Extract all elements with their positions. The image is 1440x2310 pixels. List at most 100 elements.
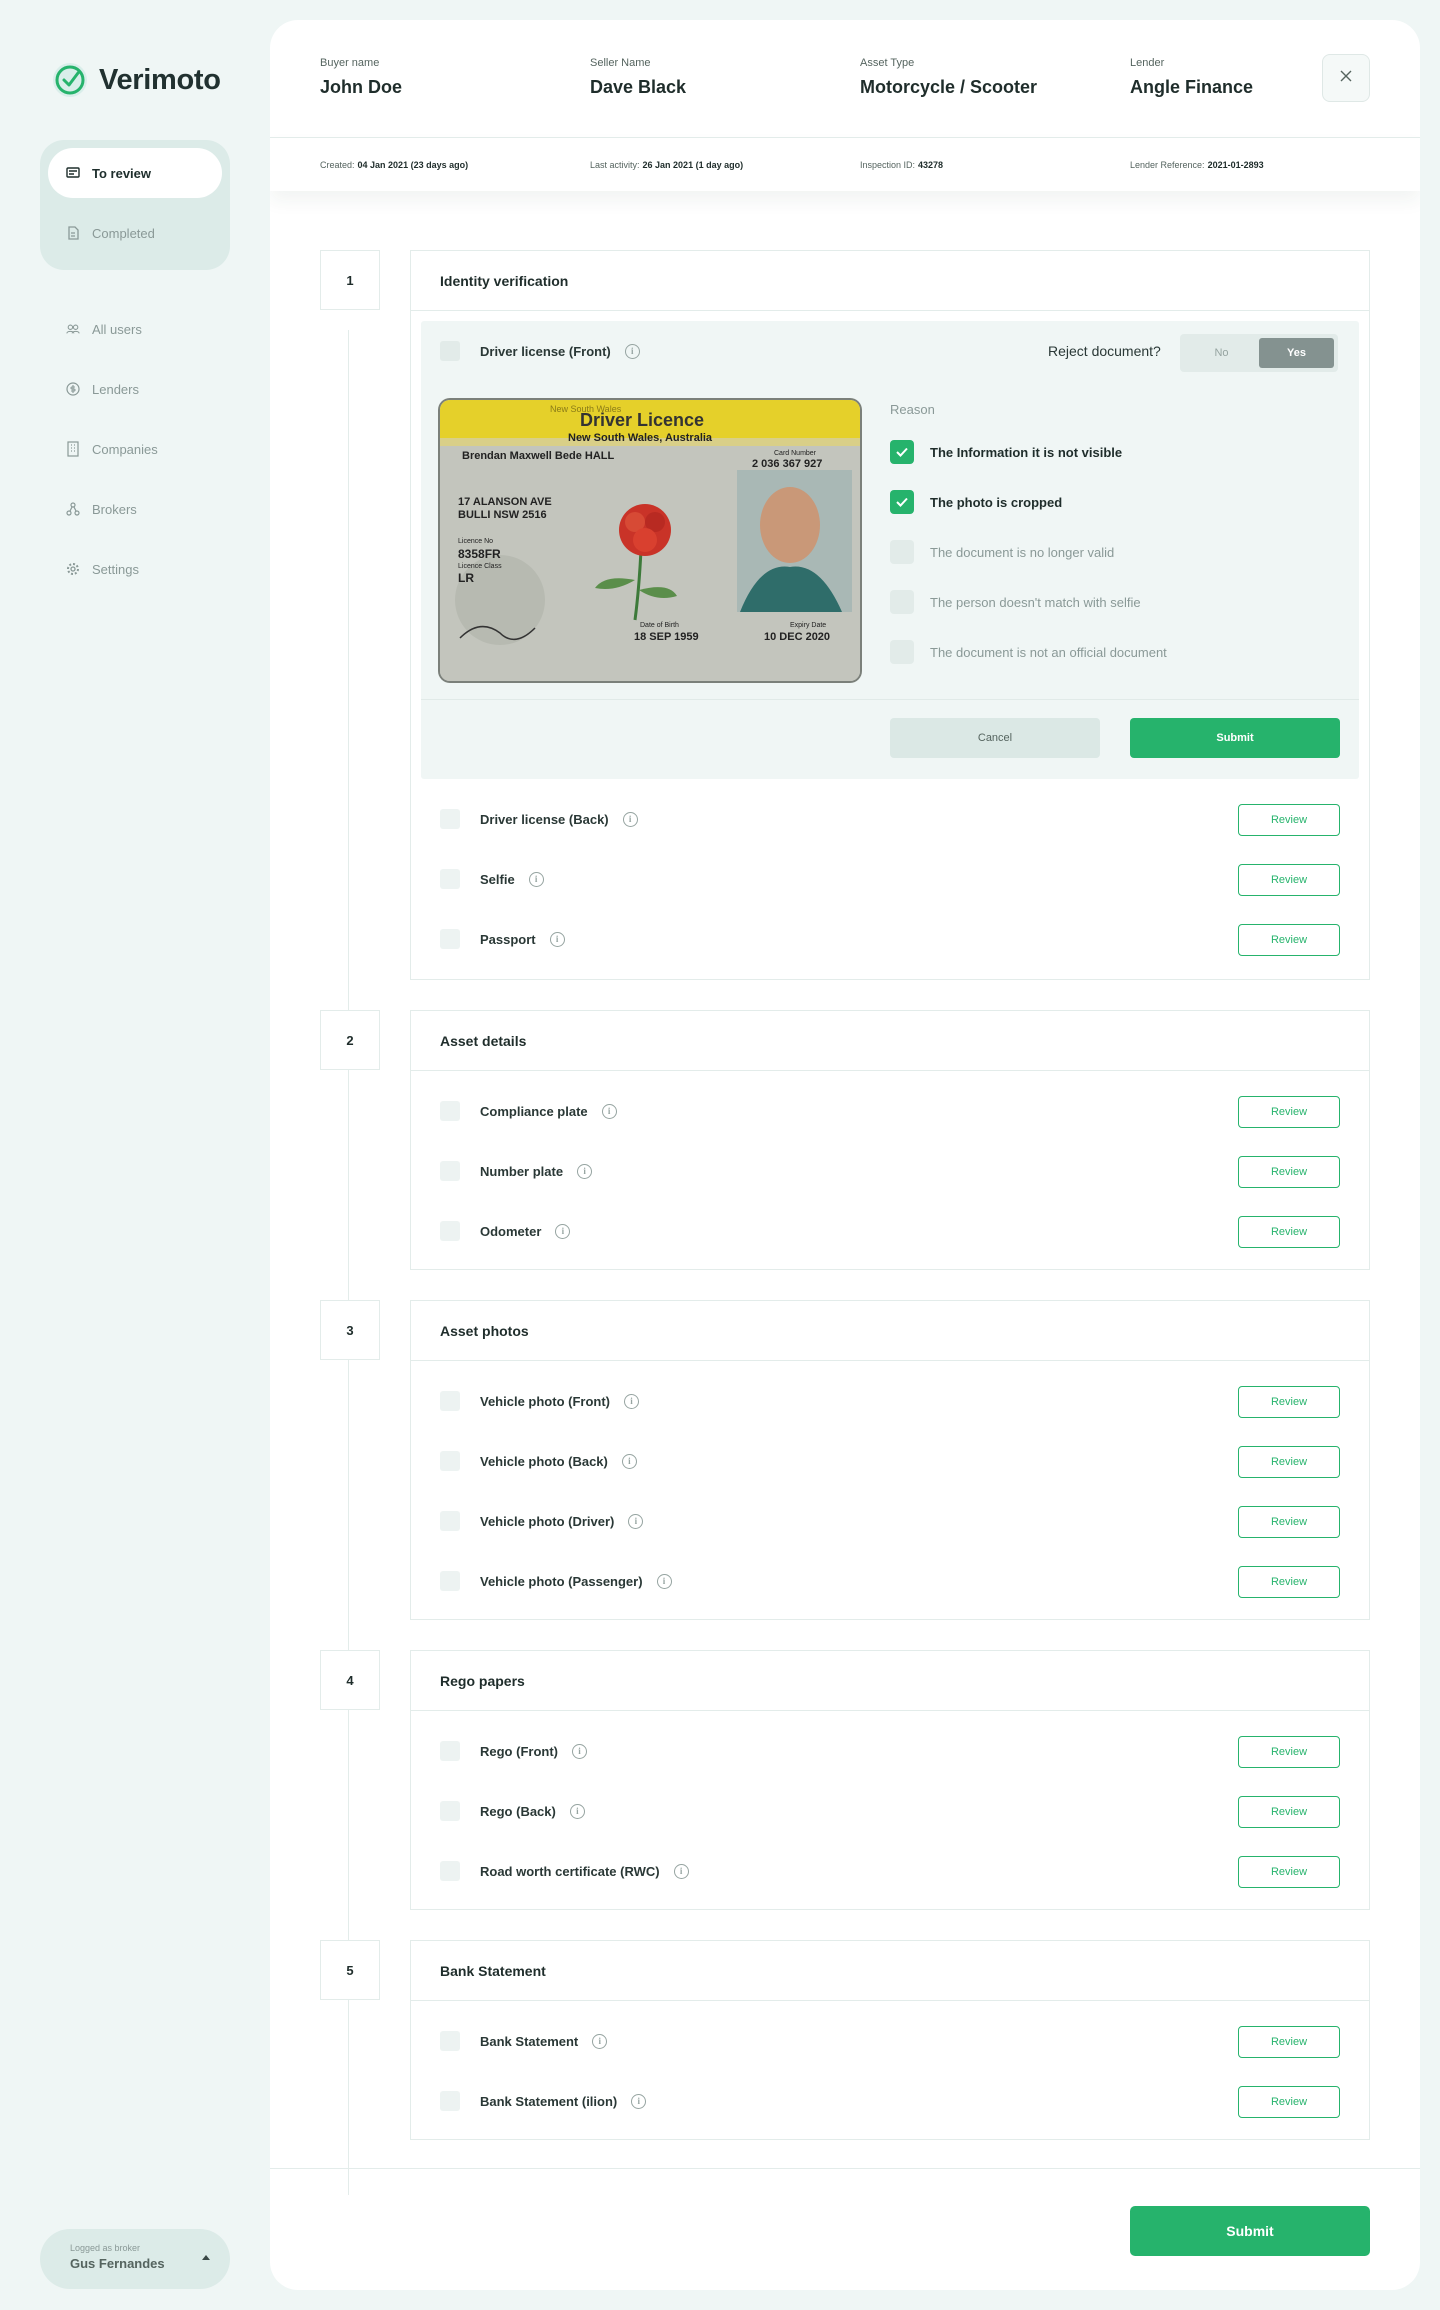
nav-item-brokers[interactable]: Brokers: [66, 499, 137, 519]
nav-item-to-review[interactable]: To review: [48, 148, 222, 198]
review-button[interactable]: Review: [1238, 2086, 1340, 2118]
checkbox-unchecked[interactable]: [890, 640, 914, 664]
document-row[interactable]: Bank Statement (ilion) i Review: [411, 2071, 1369, 2131]
review-button[interactable]: Review: [1238, 1446, 1340, 1478]
document-row[interactable]: Bank Statement i Review: [411, 2011, 1369, 2071]
document-row[interactable]: Driver license (Back) i Review: [411, 789, 1369, 849]
review-button[interactable]: Review: [1238, 1156, 1340, 1188]
document-checkbox[interactable]: [440, 1451, 460, 1471]
document-checkbox[interactable]: [440, 2031, 460, 2051]
info-icon[interactable]: i: [577, 1163, 593, 1179]
document-checkbox[interactable]: [440, 1101, 460, 1121]
meta-value: 43278: [918, 160, 944, 170]
info-icon[interactable]: i: [624, 343, 640, 359]
info-icon[interactable]: i: [528, 871, 544, 887]
license-no: 8358FR: [458, 547, 501, 561]
checkbox-checked[interactable]: [890, 440, 914, 464]
document-checkbox[interactable]: [440, 1511, 460, 1531]
info-icon[interactable]: i: [592, 2033, 608, 2049]
review-button[interactable]: Review: [1238, 1566, 1340, 1598]
document-checkbox[interactable]: [440, 929, 460, 949]
review-button[interactable]: Review: [1238, 864, 1340, 896]
reject-yes-option[interactable]: Yes: [1259, 338, 1334, 368]
section-rego-papers: Rego papers Rego (Front) i Review Rego (…: [410, 1650, 1370, 1910]
info-icon[interactable]: i: [628, 1513, 644, 1529]
submit-rejection-button[interactable]: Submit: [1130, 718, 1340, 758]
document-checkbox[interactable]: [440, 869, 460, 889]
logo[interactable]: Verimoto: [53, 62, 221, 98]
document-row[interactable]: Odometer i Review: [411, 1201, 1369, 1261]
document-row[interactable]: Rego (Back) i Review: [411, 1781, 1369, 1841]
nav-item-lenders[interactable]: Lenders: [66, 379, 139, 399]
document-checkbox[interactable]: [440, 1221, 460, 1241]
info-icon[interactable]: i: [571, 1743, 587, 1759]
review-button[interactable]: Review: [1238, 804, 1340, 836]
checkbox-checked[interactable]: [890, 490, 914, 514]
document-row[interactable]: Compliance plate i Review: [411, 1081, 1369, 1141]
check-icon: [896, 447, 908, 457]
review-button[interactable]: Review: [1238, 1386, 1340, 1418]
nav-item-all-users[interactable]: All users: [66, 319, 142, 339]
document-label: Number plate: [480, 1163, 564, 1179]
info-icon[interactable]: i: [631, 2093, 647, 2109]
document-row[interactable]: Selfie i Review: [411, 849, 1369, 909]
review-button[interactable]: Review: [1238, 924, 1340, 956]
submit-inspection-button[interactable]: Submit: [1130, 2206, 1370, 2256]
document-row[interactable]: Vehicle photo (Passenger) i Review: [411, 1551, 1369, 1611]
nav-item-settings[interactable]: Settings: [66, 559, 139, 579]
info-icon[interactable]: i: [569, 1803, 585, 1819]
checkbox-unchecked[interactable]: [890, 540, 914, 564]
document-checkbox[interactable]: [440, 1571, 460, 1591]
nav-item-companies[interactable]: Companies: [66, 439, 158, 459]
review-button[interactable]: Review: [1238, 2026, 1340, 2058]
document-checkbox[interactable]: [440, 2091, 460, 2111]
cancel-button[interactable]: Cancel: [890, 718, 1100, 758]
document-checkbox[interactable]: [440, 1801, 460, 1821]
document-row[interactable]: Vehicle photo (Driver) i Review: [411, 1491, 1369, 1551]
document-checkbox[interactable]: [440, 1741, 460, 1761]
document-checkbox[interactable]: [440, 341, 460, 361]
info-icon[interactable]: i: [621, 1453, 637, 1469]
document-row[interactable]: Rego (Front) i Review: [411, 1721, 1369, 1781]
document-row[interactable]: Road worth certificate (RWC) i Review: [411, 1841, 1369, 1901]
meta-value: 26 Jan 2021 (1 day ago): [642, 160, 744, 170]
review-button[interactable]: Review: [1238, 1506, 1340, 1538]
document-row[interactable]: Passport i Review: [411, 909, 1369, 969]
document-checkbox[interactable]: [440, 1161, 460, 1181]
meta-label: Created:: [320, 160, 355, 170]
license-dob-label: Date of Birth: [640, 622, 679, 629]
dollar-icon: [66, 382, 80, 396]
document-row[interactable]: Number plate i Review: [411, 1141, 1369, 1201]
reason-option[interactable]: The document is not an official document: [890, 640, 1167, 664]
document-checkbox[interactable]: [440, 1861, 460, 1881]
document-row-expanded[interactable]: Driver license (Front) i Reject document…: [421, 321, 1359, 381]
info-icon[interactable]: i: [624, 1393, 639, 1409]
review-button[interactable]: Review: [1238, 1096, 1340, 1128]
nav-label: All users: [92, 321, 142, 337]
document-checkbox[interactable]: [440, 1391, 460, 1411]
review-button[interactable]: Review: [1238, 1736, 1340, 1768]
reason-option[interactable]: The Information it is not visible: [890, 440, 1122, 464]
document-checkbox[interactable]: [440, 809, 460, 829]
reason-option[interactable]: The photo is cropped: [890, 490, 1062, 514]
review-button[interactable]: Review: [1238, 1216, 1340, 1248]
reject-no-option[interactable]: No: [1184, 338, 1259, 368]
close-button[interactable]: [1322, 54, 1370, 102]
nav-item-completed[interactable]: Completed: [48, 208, 222, 258]
info-icon[interactable]: i: [656, 1573, 672, 1589]
info-icon[interactable]: i: [673, 1863, 689, 1879]
review-button[interactable]: Review: [1238, 1796, 1340, 1828]
info-icon[interactable]: i: [601, 1103, 617, 1119]
broker-account-menu[interactable]: Logged as broker Gus Fernandes: [40, 2229, 230, 2289]
info-icon[interactable]: i: [555, 1223, 571, 1239]
info-icon[interactable]: i: [549, 931, 565, 947]
info-icon[interactable]: i: [622, 811, 638, 827]
document-row[interactable]: Vehicle photo (Front) i Review: [411, 1371, 1369, 1431]
review-button[interactable]: Review: [1238, 1856, 1340, 1888]
document-label: Odometer: [480, 1223, 542, 1239]
reason-option[interactable]: The person doesn't match with selfie: [890, 590, 1141, 614]
license-class-label: Licence Class: [458, 563, 502, 570]
document-row[interactable]: Vehicle photo (Back) i Review: [411, 1431, 1369, 1491]
checkbox-unchecked[interactable]: [890, 590, 914, 614]
reason-option[interactable]: The document is no longer valid: [890, 540, 1114, 564]
